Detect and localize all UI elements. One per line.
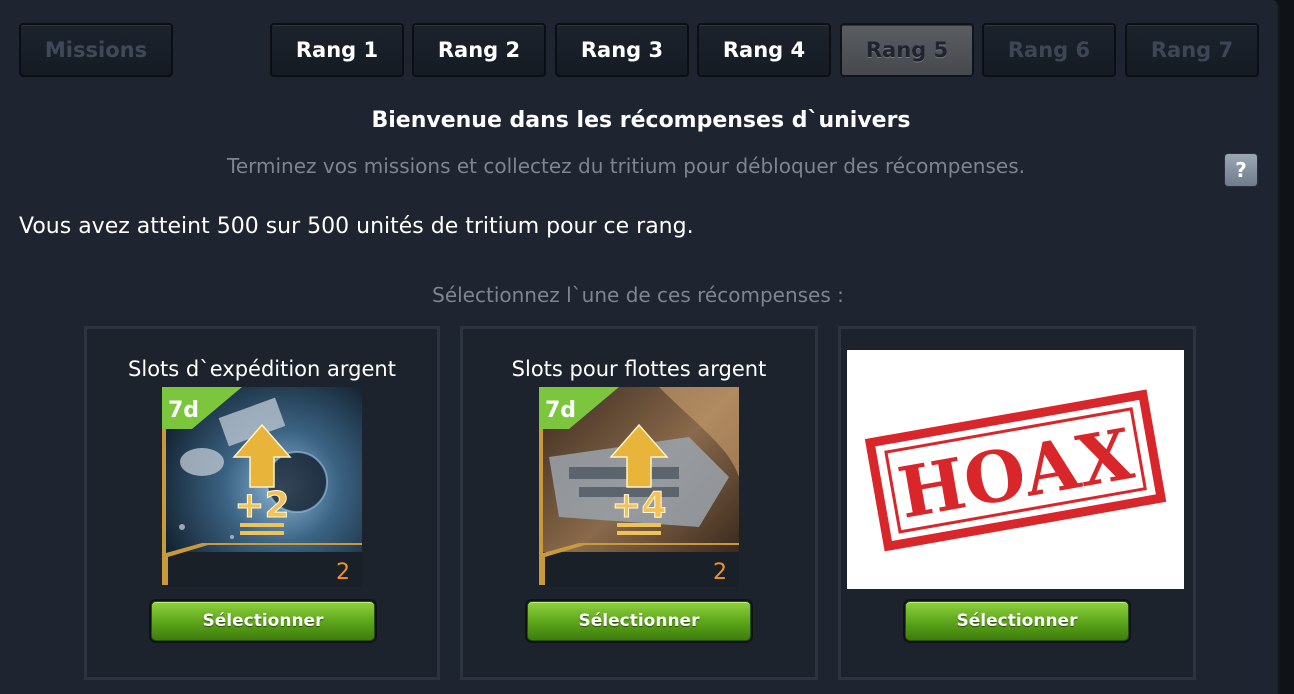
select-hoax-button[interactable]: Sélectionner [905, 601, 1129, 641]
reward-card-hoax: HOAX Sélectionner [838, 326, 1196, 680]
help-icon[interactable]: ? [1225, 154, 1257, 186]
tab-rang-1[interactable]: Rang 1 [270, 23, 404, 77]
tab-rang-4[interactable]: Rang 4 [697, 23, 831, 77]
select-expedition-button[interactable]: Sélectionner [151, 601, 375, 641]
fleet-slots-item: 7d +4 2 [539, 387, 739, 587]
select-fleet-button[interactable]: Sélectionner [527, 601, 751, 641]
page-title: Bienvenue dans les récompenses d`univers [371, 108, 911, 133]
reward-title: Slots d`expédition argent [128, 357, 396, 381]
bonus-label: +2 [234, 485, 289, 526]
tritium-progress-text: Vous avez atteint 500 sur 500 unités de … [19, 214, 694, 239]
tab-rang-2[interactable]: Rang 2 [412, 23, 546, 77]
page-subtitle: Terminez vos missions et collectez du tr… [227, 154, 1025, 178]
expedition-slots-item: 7d +2 2 [162, 387, 362, 587]
duration-badge: 7d [545, 398, 576, 423]
tab-rang-5[interactable]: Rang 5 [840, 23, 974, 77]
duration-badge: 7d [168, 398, 199, 423]
tab-rang-3[interactable]: Rang 3 [555, 23, 689, 77]
select-prompt: Sélectionnez l`une de ces récompenses : [432, 283, 844, 307]
reward-title: Slots pour flottes argent [511, 357, 767, 381]
hoax-image: HOAX [847, 350, 1184, 589]
rewards-panel: Missions Rang 1 Rang 2 Rang 3 Rang 4 Ran… [0, 0, 1280, 694]
reward-card-fleet: Slots pour flottes argent 7d +4 2 Sélect… [460, 326, 818, 680]
tab-rang-6[interactable]: Rang 6 [982, 23, 1116, 77]
tab-rang-7[interactable]: Rang 7 [1125, 23, 1259, 77]
missions-tab[interactable]: Missions [19, 23, 173, 77]
item-count: 2 [336, 560, 350, 585]
bonus-label: +4 [611, 485, 666, 526]
item-count: 2 [713, 560, 727, 585]
reward-card-expedition: Slots d`expédition argent 7d +2 2 Sélect… [84, 326, 440, 680]
